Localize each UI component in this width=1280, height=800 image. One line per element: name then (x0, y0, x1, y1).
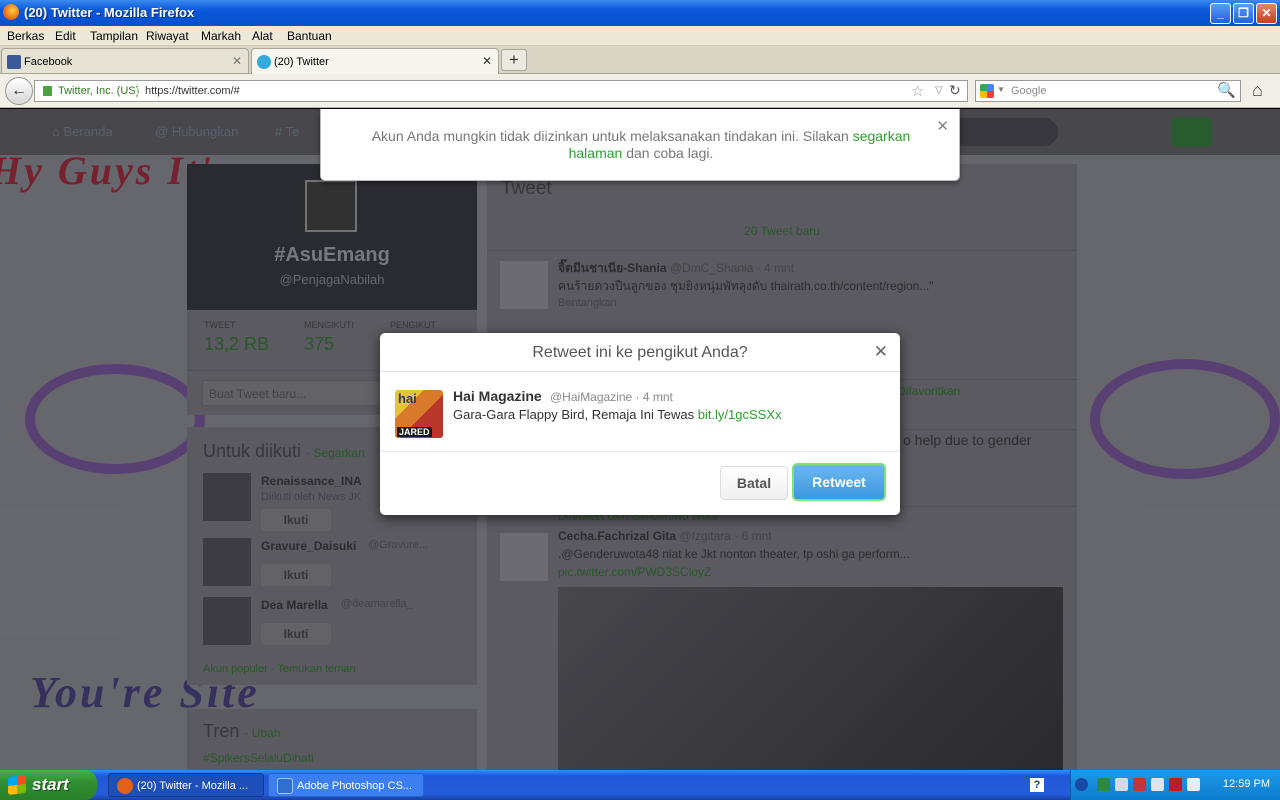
tweet-author-avatar[interactable]: hai JARED (395, 390, 443, 438)
tab-twitter[interactable]: (20) Twitter ✕ (251, 48, 499, 74)
url-bar[interactable]: Twitter, Inc. (US) https://twitter.com/#… (34, 80, 968, 102)
retweet-button[interactable]: Retweet (792, 463, 886, 501)
tab-label: Facebook (24, 56, 73, 68)
antivirus-icon[interactable] (1133, 778, 1146, 791)
dialog-divider (380, 451, 900, 452)
search-icon[interactable]: 🔍 (1217, 81, 1236, 99)
navigation-bar: ← Twitter, Inc. (US) https://twitter.com… (0, 74, 1280, 108)
site-identity[interactable]: Twitter, Inc. (US) (58, 85, 139, 97)
tray-app-icon[interactable] (1151, 778, 1164, 791)
restore-button[interactable]: ❐ (1233, 3, 1254, 24)
tab-bar: Facebook ✕ (20) Twitter ✕ + (0, 46, 1280, 74)
history-dropdown-icon[interactable]: ▽ (935, 85, 943, 96)
tab-label: (20) Twitter (274, 56, 329, 68)
tweet-text: Gara-Gara Flappy Bird, Remaja Ini Tewas … (453, 407, 782, 422)
url-divider (137, 84, 138, 98)
close-tab-icon[interactable]: ✕ (482, 54, 492, 68)
firefox-icon (117, 778, 133, 794)
cancel-button[interactable]: Batal (720, 466, 788, 500)
menu-alat[interactable]: Alat (252, 29, 273, 43)
lock-icon (43, 86, 52, 96)
twitter-bird-icon (257, 55, 271, 69)
alert-banner: Akun Anda mungkin tidak diizinkan untuk … (320, 109, 960, 181)
google-icon[interactable] (980, 84, 994, 98)
web-page: Hy Guys It's You're Site ⌂ Beranda @ Hub… (0, 109, 1280, 770)
menu-tampilan[interactable]: Tampilan (90, 29, 138, 43)
menu-bar: Berkas Edit Tampilan Riwayat Markah Alat… (0, 26, 1280, 46)
security-icon[interactable] (1169, 778, 1182, 791)
close-window-button[interactable]: ✕ (1256, 3, 1277, 24)
taskbar-item-photoshop[interactable]: Adobe Photoshop CS... (268, 773, 424, 797)
reload-icon[interactable]: ↻ (949, 82, 961, 99)
photoshop-icon (277, 778, 293, 794)
facebook-icon (7, 55, 21, 69)
avatar-label: JARED (397, 427, 432, 437)
start-button[interactable]: start (0, 770, 97, 800)
avatar-title: hai (398, 391, 417, 406)
close-alert-icon[interactable]: ✕ (936, 117, 949, 135)
tweet-body: Gara-Gara Flappy Bird, Remaja Ini Tewas (453, 407, 698, 422)
menu-riwayat[interactable]: Riwayat (146, 29, 189, 43)
firefox-icon (3, 4, 19, 20)
menu-edit[interactable]: Edit (55, 29, 76, 43)
tray-app-icon[interactable] (1115, 778, 1128, 791)
minimize-button[interactable]: _ (1210, 3, 1231, 24)
menu-bantuan[interactable]: Bantuan (287, 29, 332, 43)
new-tab-button[interactable]: + (501, 49, 527, 71)
windows-logo-icon (8, 775, 26, 795)
close-tab-icon[interactable]: ✕ (232, 54, 242, 68)
alert-text-end: dan coba lagi. (622, 145, 714, 161)
tweet-author-handle[interactable]: @HaiMagazine · 4 mnt (550, 390, 673, 404)
taskbar: start (20) Twitter - Mozilla ... Adobe P… (0, 770, 1280, 800)
start-label: start (32, 775, 69, 794)
tray-expand-icon[interactable] (1075, 778, 1088, 791)
tab-facebook[interactable]: Facebook ✕ (1, 48, 249, 73)
alert-text: Akun Anda mungkin tidak diizinkan untuk … (371, 128, 853, 144)
bookmark-star-icon[interactable]: ☆ (911, 82, 924, 100)
pen-icon[interactable] (1187, 778, 1200, 791)
back-button[interactable]: ← (5, 77, 33, 105)
menu-berkas[interactable]: Berkas (7, 29, 44, 43)
taskbar-item-firefox[interactable]: (20) Twitter - Mozilla ... (108, 773, 264, 797)
tweet-author-name[interactable]: Hai Magazine (453, 388, 542, 404)
help-icon[interactable]: ? (1030, 778, 1044, 792)
taskbar-item-label: (20) Twitter - Mozilla ... (137, 780, 249, 792)
window-title: (20) Twitter - Mozilla Firefox (24, 5, 195, 20)
retweet-dialog: Retweet ini ke pengikut Anda? ✕ hai JARE… (380, 333, 900, 515)
menu-markah[interactable]: Markah (201, 29, 241, 43)
search-bar[interactable]: ▼ Google 🔍 (975, 80, 1241, 102)
close-dialog-icon[interactable]: ✕ (874, 342, 888, 362)
engine-dropdown-icon[interactable]: ▼ (997, 85, 1005, 94)
network-icon[interactable] (1097, 778, 1110, 791)
search-placeholder[interactable]: Google (1011, 85, 1046, 97)
window-titlebar: (20) Twitter - Mozilla Firefox _ ❐ ✕ (0, 0, 1280, 26)
tweet-link[interactable]: bit.ly/1gcSSXx (698, 407, 782, 422)
taskbar-item-label: Adobe Photoshop CS... (297, 780, 412, 792)
home-icon[interactable]: ⌂ (1252, 80, 1263, 101)
alert-message: Akun Anda mungkin tidak diizinkan untuk … (351, 128, 931, 162)
dialog-title: Retweet ini ke pengikut Anda? (380, 333, 900, 372)
url-text[interactable]: https://twitter.com/# (145, 85, 240, 97)
system-tray: 12:59 PM (1070, 770, 1280, 800)
clock[interactable]: 12:59 PM (1223, 778, 1270, 790)
